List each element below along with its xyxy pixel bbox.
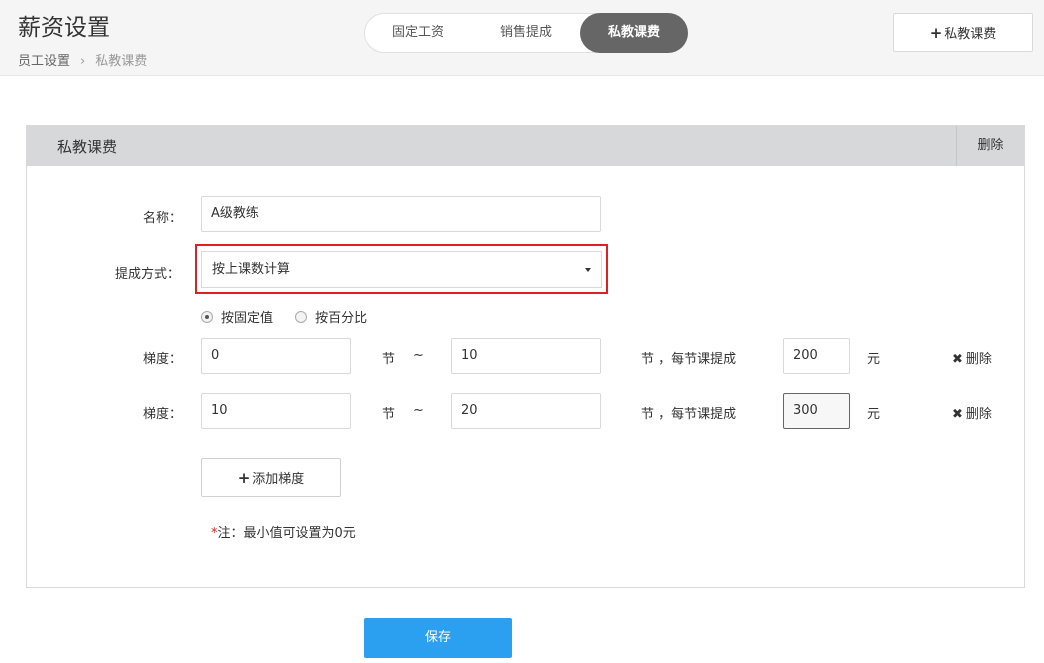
- tab-fixed-salary[interactable]: 固定工资: [365, 13, 471, 53]
- breadcrumb-item-staff-settings[interactable]: 员工设置: [18, 54, 70, 69]
- fee-panel: 私教课费 删除 名称： A级教练 提成方式： 按上课数计算 按固定值 按百分比 …: [26, 125, 1025, 588]
- min-value-note: *注：最小值可设置为0元: [211, 522, 356, 541]
- radio-fixed-value-label: 按固定值: [221, 311, 274, 326]
- tier-from-unit: 节: [382, 407, 396, 422]
- tier-tilde: ~: [413, 403, 424, 418]
- method-select[interactable]: 按上课数计算: [201, 251, 602, 288]
- note-text: 注：最小值可设置为0元: [217, 526, 356, 541]
- tier-from-input[interactable]: 10: [201, 393, 351, 429]
- tier-currency: 元: [867, 352, 881, 367]
- tier-label: 梯度：: [143, 352, 183, 367]
- radio-percentage-label: 按百分比: [315, 311, 368, 326]
- add-tier-label: 添加梯度: [252, 472, 305, 487]
- page-header: 薪资设置 员工设置 › 私教课费 固定工资 销售提成 私教课费 + 私教课费: [0, 0, 1044, 76]
- chevron-right-icon: ›: [80, 54, 86, 69]
- panel-header: 私教课费 删除: [27, 126, 1024, 166]
- tier-to-input[interactable]: 20: [451, 393, 601, 429]
- tier-amount-input[interactable]: 200: [783, 338, 850, 374]
- add-button-label: 私教课费: [944, 27, 997, 42]
- tier-currency: 元: [867, 407, 881, 422]
- tier-rate-text: 节 ，每节课提成: [641, 352, 737, 367]
- name-input[interactable]: A级教练: [201, 196, 601, 232]
- method-label: 提成方式：: [115, 267, 181, 282]
- tier-delete-label: 删除: [965, 352, 992, 367]
- radio-percentage[interactable]: [295, 310, 308, 323]
- add-private-lesson-fee-button[interactable]: + 私教课费: [893, 13, 1033, 52]
- tier-delete-button[interactable]: ✖ 删除: [952, 403, 992, 422]
- method-select-value: 按上课数计算: [212, 262, 291, 277]
- tier-from-unit: 节: [382, 352, 396, 367]
- tab-private-lesson-fee[interactable]: 私教课费: [580, 13, 688, 53]
- tier-rate-text: 节 ，每节课提成: [641, 407, 737, 422]
- tier-tilde: ~: [413, 348, 424, 363]
- caret-down-icon: [585, 268, 591, 272]
- calc-type-radios: 按固定值 按百分比: [201, 307, 385, 326]
- panel-delete-button[interactable]: 删除: [956, 126, 1024, 166]
- save-button[interactable]: 保存: [364, 618, 512, 658]
- close-icon: ✖: [952, 352, 963, 367]
- add-tier-button[interactable]: + 添加梯度: [201, 458, 341, 497]
- tab-sales-commission[interactable]: 销售提成: [473, 13, 579, 53]
- tier-delete-label: 删除: [965, 407, 992, 422]
- tier-label: 梯度：: [143, 407, 183, 422]
- breadcrumb-item-current: 私教课费: [95, 54, 148, 69]
- name-label: 名称：: [143, 211, 183, 226]
- breadcrumb: 员工设置 › 私教课费: [18, 50, 147, 69]
- tier-to-input[interactable]: 10: [451, 338, 601, 374]
- plus-icon: +: [237, 469, 251, 487]
- tier-delete-button[interactable]: ✖ 删除: [952, 348, 992, 367]
- salary-type-tabs: 固定工资 销售提成 私教课费: [364, 13, 688, 53]
- radio-fixed-value[interactable]: [201, 310, 213, 323]
- panel-title: 私教课费: [57, 138, 118, 156]
- close-icon: ✖: [952, 407, 963, 422]
- tier-amount-input[interactable]: 300: [783, 393, 850, 429]
- page-title: 薪资设置: [18, 15, 110, 41]
- tier-from-input[interactable]: 0: [201, 338, 351, 374]
- plus-icon: +: [929, 24, 943, 42]
